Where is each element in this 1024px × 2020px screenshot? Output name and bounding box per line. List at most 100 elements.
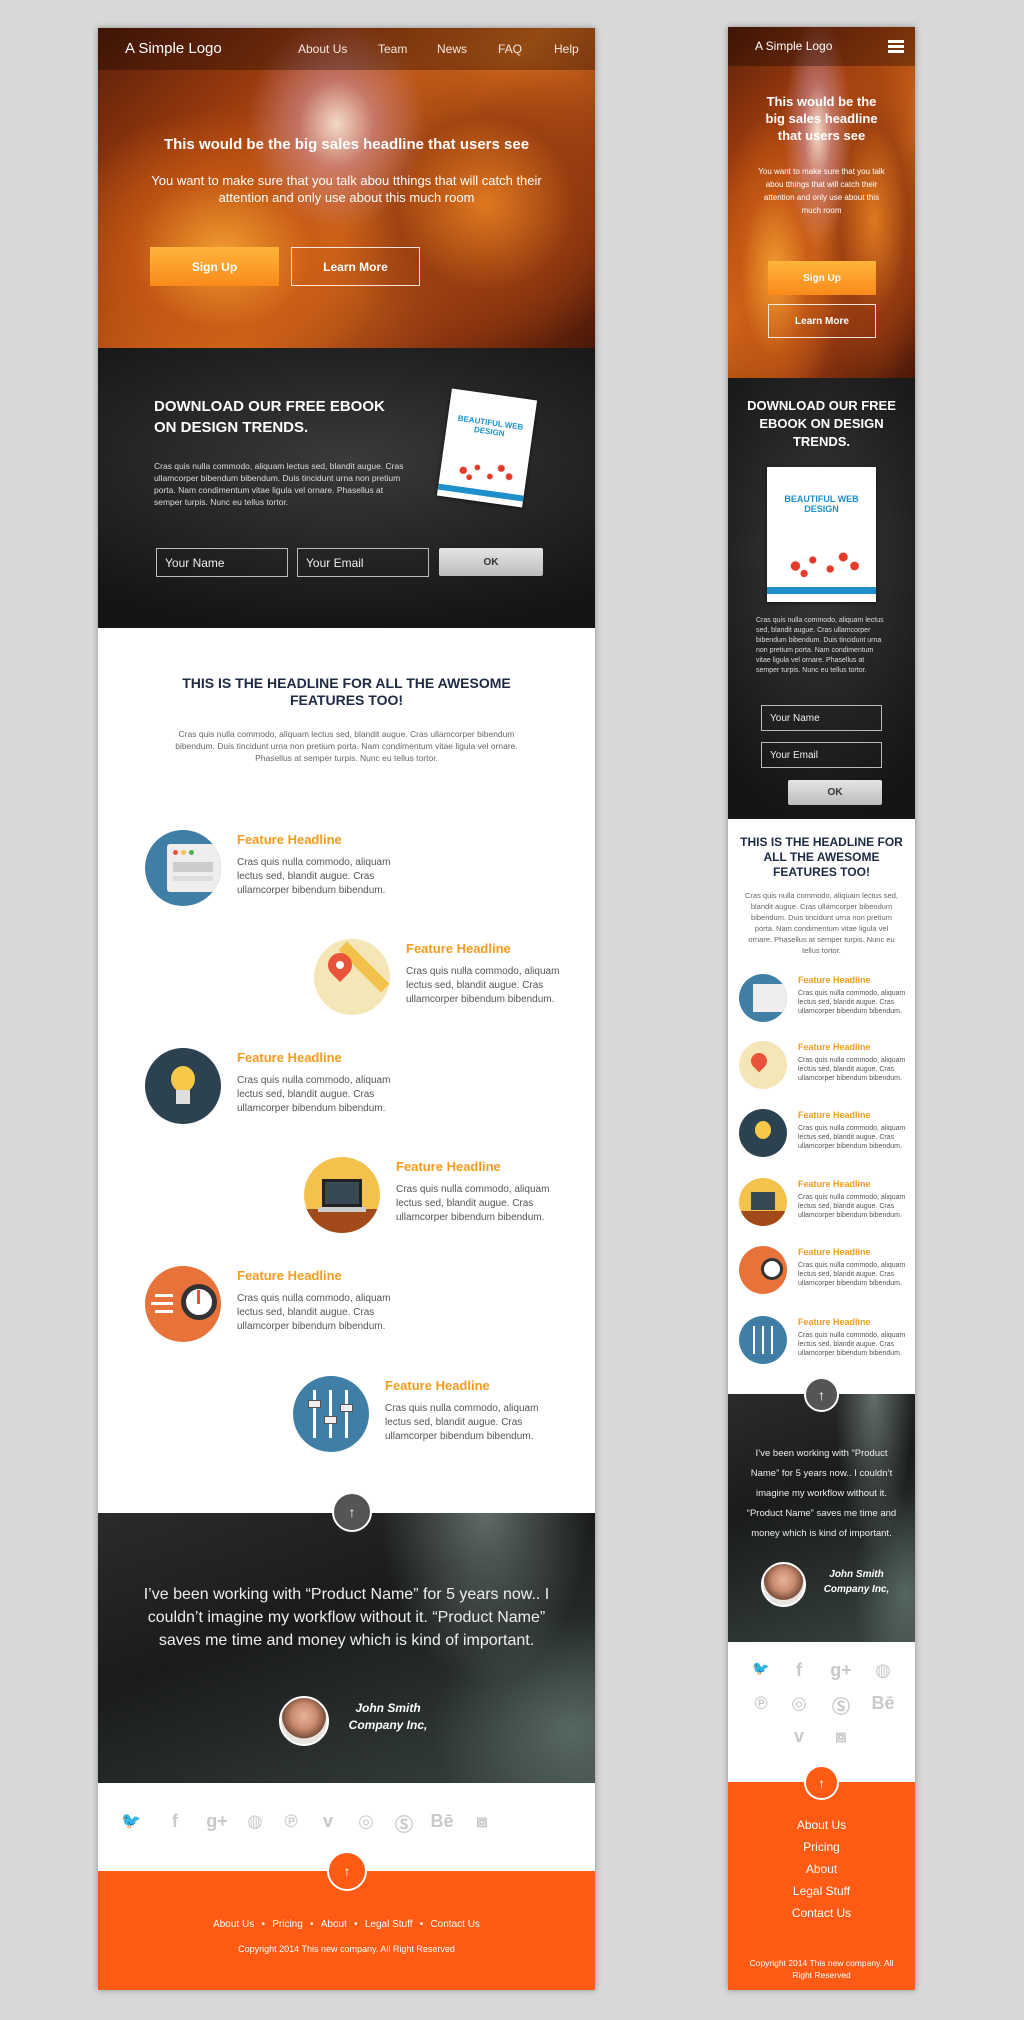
mobile-footer-link-contact[interactable]: Contact Us bbox=[728, 1906, 915, 1920]
ebook-cover-title: BEAUTIFUL WEB DESIGN bbox=[457, 413, 524, 439]
mobile-ebook-body: Cras quis nulla commodo, aliquam lectus … bbox=[756, 617, 884, 674]
ebook-section: DOWNLOAD OUR FREE EBOOK ON DESIGN TRENDS… bbox=[98, 348, 595, 628]
mobile-scroll-up-button-footer[interactable]: ↑ bbox=[804, 1765, 839, 1800]
mobile-name-field[interactable]: Your Name bbox=[761, 705, 882, 731]
hamburger-menu-icon[interactable] bbox=[888, 40, 904, 53]
mobile-feature-2-body: Cras quis nulla commodo, aliquam lectus … bbox=[798, 1057, 906, 1082]
scroll-up-button-footer[interactable]: ↑ bbox=[327, 1851, 367, 1891]
mobile-ebook-cover-bar bbox=[767, 587, 876, 594]
features-headline: THIS IS THE HEADLINE FOR ALL THE AWESOME… bbox=[182, 675, 511, 708]
feature-2-body: Cras quis nulla commodo, aliquam lectus … bbox=[406, 966, 560, 1005]
footer-link-contact[interactable]: Contact Us bbox=[430, 1919, 479, 1930]
browser-window-icon bbox=[739, 974, 787, 1022]
nav-item-news[interactable]: News bbox=[437, 42, 467, 56]
footer-link-pricing[interactable]: Pricing bbox=[272, 1919, 303, 1930]
mobile-feature-2-title: Feature Headline bbox=[798, 1042, 871, 1052]
mobile-scroll-up-button-features[interactable]: ↑ bbox=[804, 1377, 839, 1412]
ok-button[interactable]: OK bbox=[439, 548, 543, 576]
dribbble-icon[interactable]: ◎ bbox=[351, 1811, 381, 1832]
stopwatch-icon bbox=[145, 1266, 221, 1342]
mobile-features-intro: Cras quis nulla commodo, aliquam lectus … bbox=[745, 891, 898, 955]
mobile-signup-button[interactable]: Sign Up bbox=[768, 261, 876, 295]
mobile-features-section: THIS IS THE HEADLINE FOR ALL THE AWESOME… bbox=[728, 819, 915, 1394]
ebook-headline: DOWNLOAD OUR FREE EBOOK ON DESIGN TRENDS… bbox=[154, 398, 385, 436]
feature-6-body: Cras quis nulla commodo, aliquam lectus … bbox=[385, 1403, 539, 1442]
ebook-cover-image: BEAUTIFUL WEB DESIGN bbox=[436, 388, 538, 508]
feature-3-title: Feature Headline bbox=[237, 1050, 342, 1065]
mobile-testimonial-quote: I’ve been working with “Product Name” fo… bbox=[746, 1448, 897, 1539]
behance-icon[interactable]: Bē bbox=[427, 1811, 457, 1832]
mobile-email-field[interactable]: Your Email bbox=[761, 742, 882, 768]
mobile-feature-1-body: Cras quis nulla commodo, aliquam lectus … bbox=[798, 990, 906, 1015]
vimeo-icon[interactable]: v bbox=[313, 1811, 343, 1832]
pinterest-icon[interactable]: ℗ bbox=[276, 1811, 306, 1832]
email-field[interactable]: Your Email bbox=[297, 548, 429, 577]
behance-icon[interactable]: Bē bbox=[868, 1693, 898, 1714]
testimonial-section: I’ve been working with “Product Name” fo… bbox=[98, 1513, 595, 1783]
name-field[interactable]: Your Name bbox=[156, 548, 288, 577]
logo[interactable]: A Simple Logo bbox=[125, 40, 222, 57]
mobile-footer-link-legal[interactable]: Legal Stuff bbox=[728, 1884, 915, 1898]
mobile-testimonial-name: John Smith bbox=[829, 1569, 884, 1580]
learn-more-button[interactable]: Learn More bbox=[291, 247, 420, 286]
hero-section: A Simple Logo About Us Team News FAQ Hel… bbox=[98, 28, 595, 348]
dropbox-icon[interactable]: ⧈ bbox=[826, 1726, 856, 1747]
footer-links: About Us • Pricing • About • Legal Stuff… bbox=[98, 1914, 595, 1932]
feature-3-body: Cras quis nulla commodo, aliquam lectus … bbox=[237, 1075, 391, 1114]
mobile-feature-5-title: Feature Headline bbox=[798, 1247, 871, 1257]
vimeo-icon[interactable]: v bbox=[784, 1726, 814, 1747]
feature-5-title: Feature Headline bbox=[237, 1268, 342, 1283]
mobile-footer-link-about-us[interactable]: About Us bbox=[728, 1818, 915, 1832]
avatar bbox=[279, 1696, 329, 1746]
laptop-icon bbox=[739, 1178, 787, 1226]
feature-4-body: Cras quis nulla commodo, aliquam lectus … bbox=[396, 1184, 550, 1223]
mobile-footer-link-about[interactable]: About bbox=[728, 1862, 915, 1876]
mobile-ebook-section: DOWNLOAD OUR FREE EBOOK ON DESIGN TRENDS… bbox=[728, 378, 915, 819]
mobile-social-bar: 🐦 f g+ ◍ ℗ ◎ Ⓢ Bē v ⧈ bbox=[728, 1642, 915, 1782]
twitter-icon[interactable]: 🐦 bbox=[746, 1660, 776, 1677]
mobile-features-headline: THIS IS THE HEADLINE FOR ALL THE AWESOME… bbox=[740, 835, 903, 879]
footer-link-legal[interactable]: Legal Stuff bbox=[365, 1919, 413, 1930]
testimonial-name: John Smith bbox=[355, 1701, 421, 1715]
stopwatch-icon bbox=[739, 1246, 787, 1294]
facebook-icon[interactable]: f bbox=[160, 1811, 190, 1832]
dribbble-icon[interactable]: ◎ bbox=[784, 1693, 814, 1714]
google-plus-icon[interactable]: g+ bbox=[202, 1811, 232, 1832]
skype-icon[interactable]: Ⓢ bbox=[389, 1811, 419, 1837]
ebook-cover-art bbox=[448, 453, 520, 488]
dropbox-icon[interactable]: ⧈ bbox=[467, 1811, 497, 1832]
footer-link-about[interactable]: About bbox=[321, 1919, 347, 1930]
light-bulb-icon bbox=[145, 1048, 221, 1124]
nav-item-team[interactable]: Team bbox=[378, 42, 407, 56]
mobile-ok-button[interactable]: OK bbox=[788, 780, 882, 805]
nav-item-help[interactable]: Help bbox=[554, 42, 579, 56]
mobile-footer-link-pricing[interactable]: Pricing bbox=[728, 1840, 915, 1854]
ebook-body: Cras quis nulla commodo, aliquam lectus … bbox=[154, 461, 404, 507]
footer-link-about-us[interactable]: About Us bbox=[213, 1919, 254, 1930]
mobile-learn-more-button[interactable]: Learn More bbox=[768, 304, 876, 338]
mobile-feature-4-body: Cras quis nulla commodo, aliquam lectus … bbox=[798, 1194, 906, 1219]
mobile-hero-subtext: You want to make sure that you talk abou… bbox=[758, 167, 885, 215]
skype-icon[interactable]: Ⓢ bbox=[826, 1693, 856, 1719]
scroll-up-button-features[interactable]: ↑ bbox=[332, 1492, 372, 1532]
pinterest-icon[interactable]: ℗ bbox=[746, 1693, 776, 1714]
mobile-hero-section: A Simple Logo This would be the big sale… bbox=[728, 27, 915, 378]
google-plus-icon[interactable]: g+ bbox=[826, 1660, 856, 1681]
feature-4-title: Feature Headline bbox=[396, 1159, 501, 1174]
facebook-icon[interactable]: f bbox=[784, 1660, 814, 1681]
github-icon[interactable]: ◍ bbox=[868, 1660, 898, 1681]
mobile-logo[interactable]: A Simple Logo bbox=[755, 39, 832, 53]
github-icon[interactable]: ◍ bbox=[240, 1811, 270, 1832]
sliders-icon bbox=[293, 1376, 369, 1452]
twitter-icon[interactable]: 🐦 bbox=[116, 1811, 146, 1831]
light-bulb-icon bbox=[739, 1109, 787, 1157]
features-section: THIS IS THE HEADLINE FOR ALL THE AWESOME… bbox=[98, 628, 595, 1518]
sliders-icon bbox=[739, 1316, 787, 1364]
nav-item-faq[interactable]: FAQ bbox=[498, 42, 522, 56]
mobile-feature-4-title: Feature Headline bbox=[798, 1179, 871, 1189]
mobile-feature-3-title: Feature Headline bbox=[798, 1110, 871, 1120]
testimonial-quote: I’ve been working with “Product Name” fo… bbox=[143, 1586, 550, 1649]
signup-button[interactable]: Sign Up bbox=[150, 247, 279, 286]
footer-bullet: • bbox=[258, 1919, 268, 1930]
nav-item-about-us[interactable]: About Us bbox=[298, 42, 347, 56]
